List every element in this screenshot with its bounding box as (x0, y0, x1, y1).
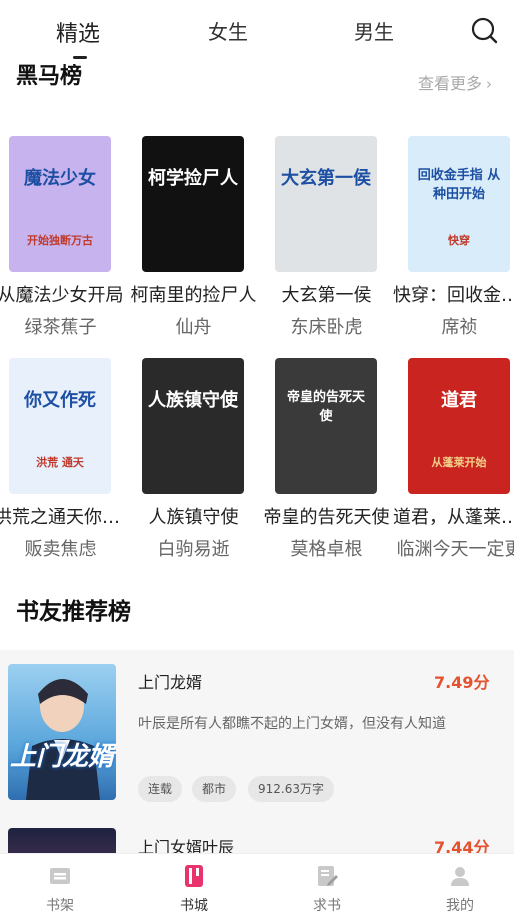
book-cover[interactable]: 大玄第一侯 (275, 136, 377, 272)
book-author: 莫格卓根 (290, 539, 363, 560)
book-cover-subtitle: 快穿 (448, 234, 470, 247)
book-title[interactable]: 洪荒之通天你作死 (0, 503, 127, 529)
book-cover[interactable]: 道君 从蓬莱开始 (408, 358, 510, 494)
book-cover[interactable]: 柯学捡尸人 (142, 136, 244, 272)
chevron-right-icon: › (486, 75, 493, 93)
tab-female[interactable]: 女生 (208, 16, 248, 45)
rank-cover-title: 上门龙婿 (9, 742, 114, 772)
rank-book-score: 7.49分 (434, 673, 490, 692)
book-author: 白驹易逝 (157, 539, 230, 560)
nav-profile-label: 我的 (446, 898, 474, 913)
tag-word-count: 912.63万字 (248, 776, 334, 802)
book-cover-title: 柯学捡尸人 (148, 168, 238, 189)
book-cover-title: 人族镇守使 (148, 390, 238, 411)
bottom-nav: 书架 书城 求书 我的 (0, 853, 514, 913)
nav-request-book[interactable]: 求书 (287, 854, 367, 913)
nav-bookstore-label: 书城 (180, 898, 208, 913)
tag-status[interactable]: 连载 (138, 776, 183, 802)
book-author: 贩卖焦虑 (24, 539, 97, 560)
book-cover-title: 大玄第一侯 (281, 168, 371, 189)
book-cover[interactable]: 人族镇守使 (142, 358, 244, 494)
see-more-link[interactable]: 查看更多 › (418, 70, 492, 94)
book-title[interactable]: 道君，从蓬莱开始 (393, 503, 514, 529)
book-cover-title: 回收金手指 从种田开始 (417, 168, 501, 202)
nav-profile[interactable]: 我的 (420, 854, 500, 913)
book-cover-title: 魔法少女 (24, 168, 96, 189)
search-icon[interactable] (470, 16, 498, 44)
book-author: 东床卧虎 (290, 317, 363, 338)
book-author: 仙舟 (175, 317, 212, 338)
book-cover-subtitle: 开始独断万古 (27, 234, 93, 247)
nav-request-book-label: 求书 (313, 898, 341, 913)
book-title[interactable]: 人族镇守使 (127, 503, 260, 529)
book-title[interactable]: 从魔法少女开局 (0, 281, 127, 307)
book-cover-title: 道君 (441, 390, 477, 411)
rank-item[interactable]: 上门龙婿 上门龙婿 7.49分 叶辰是所有人都瞧不起的上门女婿，但没有人知道 连… (0, 650, 514, 820)
book-cover-title: 你又作死 (24, 390, 96, 411)
book-title[interactable]: 大玄第一侯 (260, 281, 393, 307)
nav-bookstore[interactable]: 书城 (154, 854, 234, 913)
book-author: 临渊今天一定更 (396, 539, 514, 560)
bookshelf-icon (48, 864, 72, 888)
section-title-dark-horse: 黑马榜 (16, 64, 83, 89)
book-cover[interactable]: 魔法少女开始独断万古 (9, 136, 111, 272)
section-title-reader-recommend: 书友推荐榜 (16, 599, 131, 625)
rank-cover-image: 上门龙婿 (8, 664, 116, 800)
nav-bookshelf-label: 书架 (46, 898, 74, 913)
book-cover[interactable]: 你又作死 洪荒 通天 (9, 358, 111, 494)
profile-icon (448, 864, 472, 888)
nav-bookshelf[interactable]: 书架 (20, 854, 100, 913)
book-title[interactable]: 快穿：回收金手指 (393, 281, 514, 307)
tab-featured[interactable]: 精选 (56, 16, 100, 48)
book-author: 席祯 (441, 317, 478, 338)
bookstore-icon (182, 864, 206, 888)
book-cover[interactable]: 回收金手指 从种田开始快穿 (408, 136, 510, 272)
book-author: 绿茶蕉子 (24, 317, 97, 338)
tab-male[interactable]: 男生 (354, 16, 394, 45)
book-cover-title: 帝皇的告死天使 (286, 390, 365, 424)
book-cover[interactable]: 帝皇的告死天使 (275, 358, 377, 494)
book-cover-subtitle: 洪荒 通天 (36, 456, 84, 469)
book-title[interactable]: 帝皇的告死天使 (260, 503, 393, 529)
rank-book-desc: 叶辰是所有人都瞧不起的上门女婿，但没有人知道 (138, 716, 446, 732)
tab-underline (73, 56, 87, 59)
tag-genre[interactable]: 都市 (192, 776, 237, 802)
book-title[interactable]: 柯南里的捡尸人 (127, 281, 260, 307)
top-tab-bar: 精选 女生 男生 (0, 0, 514, 62)
rank-book-name: 上门龙婿 (138, 673, 203, 692)
request-book-icon (315, 864, 339, 888)
see-more-label: 查看更多 (418, 74, 483, 93)
book-cover-subtitle: 从蓬莱开始 (431, 456, 487, 469)
